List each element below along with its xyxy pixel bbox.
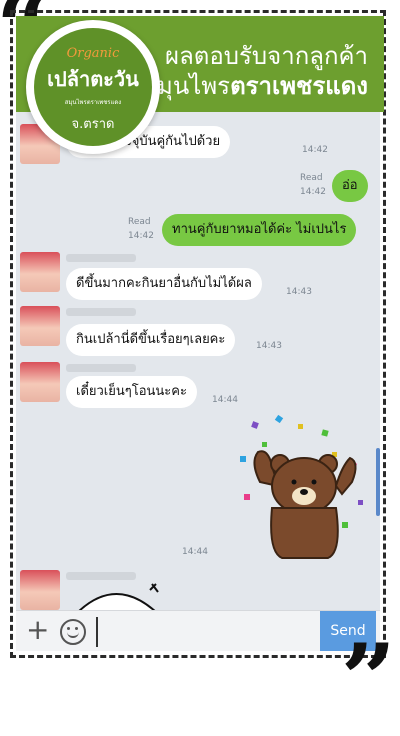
logo-brand-name: เปล้าตะวัน (47, 67, 139, 91)
sender-name-redacted (66, 254, 136, 262)
bear-sticker-icon (240, 414, 363, 559)
close-quote-icon: ” (340, 623, 396, 736)
message-time: 14:43 (286, 287, 312, 297)
avatar (20, 362, 60, 402)
brand-logo: Organic เปล้าตะวัน สมุนไพรตราเพชรแดง จ.ต… (26, 20, 160, 154)
message-time: 14:42 (302, 145, 328, 155)
message-bubble-outgoing: อ่อ (332, 170, 368, 202)
message-input-bar: + Send (16, 610, 380, 651)
message-bubble-outgoing: ทานคู่กับยาหมอได้ค่ะ ไม่เปนไร (162, 214, 357, 246)
header-subtitle-brand: ตราเพชรแดง (230, 73, 368, 100)
logo-tagline: สมุนไพรตราเพชรแดง (64, 99, 122, 106)
chat-area[interactable]: ยาหมอปัจจุบันคู่กันไปด้วย 14:42 Read 14:… (16, 112, 380, 610)
partial-sticker-icon (78, 583, 159, 610)
plus-icon[interactable]: + (26, 615, 49, 645)
message-time: 14:43 (256, 341, 282, 351)
avatar (20, 252, 60, 292)
sender-name-redacted (66, 308, 136, 316)
message-bubble-incoming: กินเปล้านี่ดีขึ้นเรื่อยๆเลยคะ (66, 324, 236, 356)
message-time: 14:44 (212, 395, 238, 405)
message-time: 14:44 (182, 547, 208, 557)
bear-body (253, 450, 357, 559)
message-time: 14:42 (300, 187, 326, 197)
avatar (20, 306, 60, 346)
avatar (20, 570, 60, 610)
read-receipt: Read (128, 217, 151, 227)
read-receipt: Read (300, 173, 323, 183)
message-bubble-incoming: ดีขึ้นมากคะกินยาอื่นกับไม่ได้ผล (66, 268, 262, 300)
sender-name-redacted (66, 364, 136, 372)
logo-city: จ.ตราด (71, 117, 115, 132)
header-subtitle: สมุนไพรตราเพชรแดง (142, 66, 368, 105)
logo-organic-text: Organic (66, 46, 120, 61)
brand-logo-badge: Organic เปล้าตะวัน สมุนไพรตราเพชรแดง จ.ต… (34, 28, 152, 146)
message-bubble-incoming: เดี๋ยวเย็นๆโอนนะคะ (66, 376, 197, 408)
sender-name-redacted (66, 572, 136, 580)
scrollbar-handle[interactable] (376, 448, 380, 516)
message-time: 14:42 (128, 231, 154, 241)
smiley-icon[interactable] (60, 619, 86, 645)
message-input[interactable] (96, 617, 324, 647)
